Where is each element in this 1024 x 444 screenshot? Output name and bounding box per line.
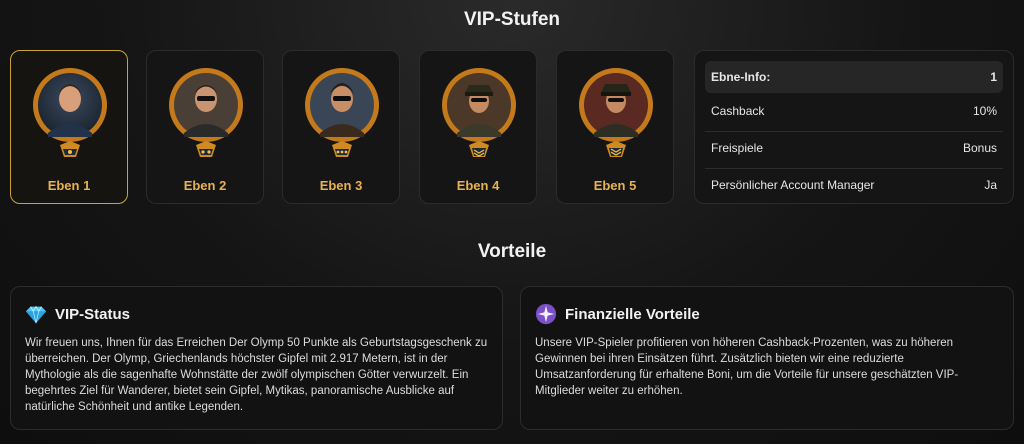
- benefit-card-heading: Finanzielle Vorteile: [535, 303, 700, 325]
- level-4-avatar-icon: [442, 68, 516, 157]
- benefit-card-financial: Finanzielle Vorteile Unsere VIP-Spieler …: [520, 286, 1014, 430]
- benefit-card-title: Finanzielle Vorteile: [565, 305, 700, 323]
- benefit-card-text: Wir freuen uns, Ihnen für das Erreichen …: [25, 337, 488, 413]
- level-info-panel: Ebne-Info: 1 Cashback 10% Freispiele Bon…: [694, 50, 1014, 204]
- level-5-avatar-icon: [579, 68, 653, 157]
- benefit-card-heading: VIP-Status: [25, 303, 130, 325]
- info-row-value: Bonus: [962, 140, 997, 155]
- level-card-2[interactable]: Eben 2: [146, 50, 264, 204]
- level-info-header-label: Ebne-Info:: [711, 70, 771, 84]
- info-row-account-manager: Persönlicher Account Manager Ja: [705, 168, 1003, 200]
- level-card-3[interactable]: Eben 3: [282, 50, 400, 204]
- level-info-header-value: 1: [990, 70, 997, 84]
- level-label: Eben 1: [47, 178, 91, 193]
- level-label: Eben 3: [319, 178, 363, 193]
- sparkle-badge-icon: [535, 303, 557, 325]
- vip-levels-title: VIP-Stufen: [463, 9, 561, 30]
- level-3-avatar-icon: [305, 68, 379, 157]
- level-info-header: Ebne-Info: 1: [705, 61, 1003, 93]
- info-row-freespins: Freispiele Bonus: [705, 131, 1003, 163]
- level-label: Eben 5: [593, 178, 637, 193]
- info-row-label: Freispiele: [711, 140, 764, 155]
- info-row-cashback: Cashback 10%: [705, 95, 1003, 127]
- level-2-avatar-icon: [169, 68, 243, 157]
- benefit-card-vip-status: VIP-Status Wir freuen uns, Ihnen für das…: [10, 286, 503, 430]
- info-row-value: Ja: [984, 177, 997, 192]
- diamond-icon: [25, 305, 47, 324]
- info-row-value: 10%: [972, 104, 997, 118]
- level-label: Eben 4: [456, 178, 500, 193]
- benefit-card-title: VIP-Status: [55, 305, 131, 323]
- benefit-card-text: Unsere VIP-Spieler profitieren von höher…: [535, 337, 959, 397]
- level-card-5[interactable]: Eben 5: [556, 50, 674, 204]
- level-1-avatar-icon: [33, 68, 107, 157]
- level-label: Eben 2: [183, 178, 227, 193]
- level-card-4[interactable]: Eben 4: [419, 50, 537, 204]
- level-card-1[interactable]: Eben 1: [10, 50, 128, 204]
- info-row-label: Persönlicher Account Manager: [711, 177, 875, 192]
- info-row-label: Cashback: [711, 104, 765, 118]
- benefits-title: Vorteile: [477, 241, 547, 262]
